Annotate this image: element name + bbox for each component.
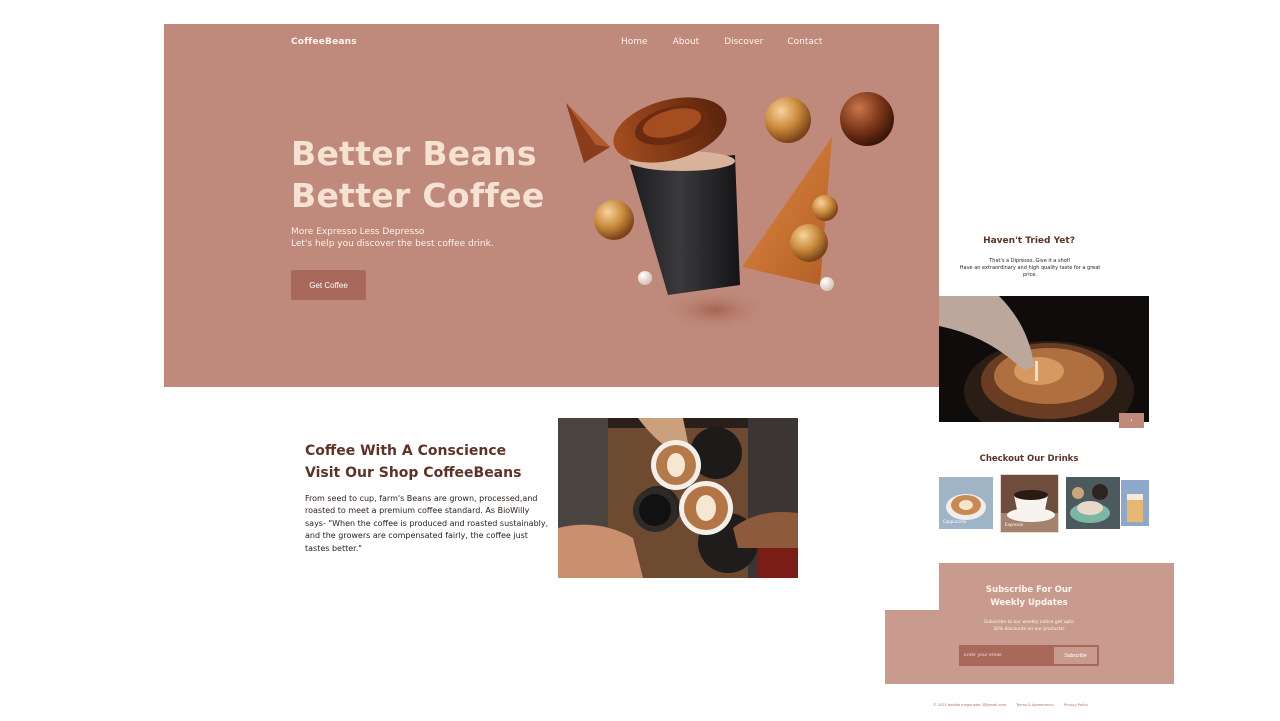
coffee-pour-photo <box>939 296 1149 422</box>
about-title: Coffee With A Conscience Visit Our Shop … <box>305 440 521 484</box>
about-title-line-2: Visit Our Shop CoffeeBeans <box>305 465 522 481</box>
drink-label: Cappuccino <box>943 519 967 524</box>
subscribe-form: Subscribe <box>959 645 1099 666</box>
drink-card[interactable] <box>1066 477 1120 529</box>
subscribe-title-line-1: Subscribe For Our <box>985 585 1073 595</box>
hero-subtitle: More Expresso Less Depresso Let's help y… <box>291 226 494 250</box>
promo-subtitle-line-2: Have an extraordinary and high quality t… <box>959 265 1101 278</box>
coffee-cup-illustration <box>566 92 894 332</box>
subscribe-text-line-1: Subscribe to our weekly notice get upto <box>984 620 1074 625</box>
nav-discover[interactable]: Discover <box>724 37 763 47</box>
drink-card[interactable]: Expresso <box>1000 474 1059 533</box>
subscribe-text-line-2: 30% discounts on our products! <box>993 627 1065 632</box>
footer-terms-link[interactable]: Terms & Agreements <box>1016 703 1054 707</box>
nav-contact[interactable]: Contact <box>787 37 822 47</box>
drink-card[interactable]: Cappuccino <box>939 477 993 529</box>
subscribe-button[interactable]: Subscribe <box>1054 647 1097 664</box>
brand-logo[interactable]: CoffeeBeans <box>291 37 357 47</box>
hero-title-line-1: Better Beans <box>291 134 537 173</box>
footer: © 2021 bobika meganaba 3@gmail.com Terms… <box>933 703 1088 707</box>
promo-subtitle: That's a Dipresso..Give it a shot! Have … <box>955 258 1105 279</box>
main-nav: Home About Discover Contact <box>621 37 846 47</box>
drink-card[interactable] <box>1121 480 1149 526</box>
subscribe-panel-tab <box>885 610 945 684</box>
coffee-cheers-photo <box>558 418 798 578</box>
hero-title-line-2: Better Coffee <box>291 176 545 215</box>
drinks-title: Checkout Our Drinks <box>979 454 1079 464</box>
nav-about[interactable]: About <box>673 37 700 47</box>
get-coffee-button[interactable]: Get Coffee <box>291 270 366 300</box>
footer-privacy-link[interactable]: Privacy Policy <box>1064 703 1089 707</box>
next-slide-button[interactable]: › <box>1119 413 1144 428</box>
subscribe-text: Subscribe to our weekly notice get upto … <box>970 619 1088 633</box>
about-paragraph: From seed to cup, farm's Beans are grown… <box>305 494 549 553</box>
subscribe-title: Subscribe For Our Weekly Updates <box>939 584 1119 610</box>
promo-subtitle-line-1: That's a Dipresso..Give it a shot! <box>989 258 1071 264</box>
hero-subtitle-line-1: More Expresso Less Depresso <box>291 227 425 237</box>
footer-copyright: © 2021 bobika meganaba 3@gmail.com <box>933 703 1007 707</box>
hero-subtitle-line-2: Let's help you discover the best coffee … <box>291 239 494 249</box>
email-input[interactable] <box>959 645 1054 666</box>
hero-title: Better Beans Better Coffee <box>291 133 545 217</box>
subscribe-title-line-2: Weekly Updates <box>990 598 1068 608</box>
about-title-line-1: Coffee With A Conscience <box>305 443 507 459</box>
promo-title: Haven't Tried Yet? <box>983 236 1075 246</box>
drink-label: Expresso <box>1005 522 1024 527</box>
landing-page: CoffeeBeans Home About Discover Contact … <box>0 0 1280 721</box>
nav-home[interactable]: Home <box>621 37 648 47</box>
